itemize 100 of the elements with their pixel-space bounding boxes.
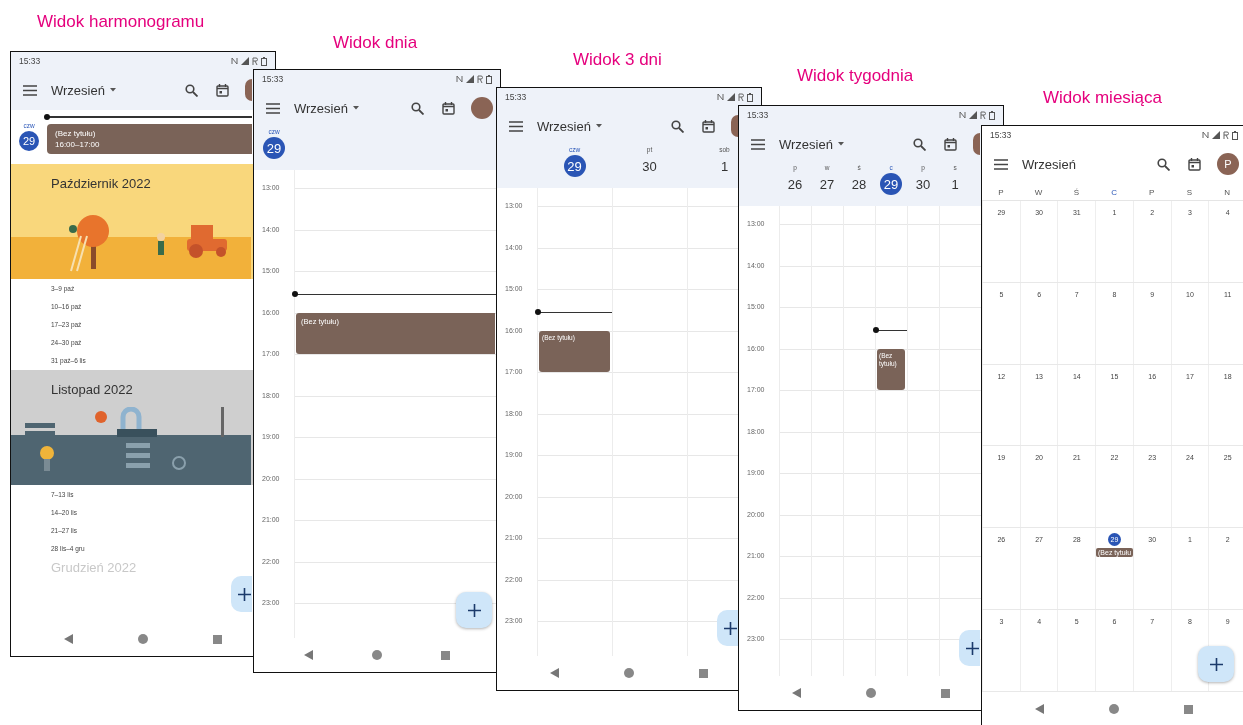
weekday-label: W xyxy=(1033,187,1044,197)
day-number[interactable]: 29 xyxy=(19,131,39,151)
home-icon[interactable] xyxy=(372,650,382,660)
back-icon[interactable] xyxy=(63,634,73,644)
battery-icon xyxy=(747,92,753,102)
view-caption: Widok harmonogramu xyxy=(37,12,205,32)
menu-icon[interactable] xyxy=(509,120,523,132)
battery-icon xyxy=(261,56,267,66)
home-icon[interactable] xyxy=(866,688,876,698)
day-number[interactable]: 1 xyxy=(713,155,736,177)
search-icon[interactable] xyxy=(1157,157,1170,171)
signal-icon xyxy=(241,57,249,65)
nfc-icon xyxy=(1202,131,1209,139)
month-dropdown[interactable]: Wrzesień xyxy=(51,82,116,98)
view-caption: Widok tygodnia xyxy=(797,66,914,86)
recents-icon[interactable] xyxy=(1184,704,1194,714)
status-time: 15:33 xyxy=(19,56,41,66)
status-time: 15:33 xyxy=(505,92,527,102)
search-icon[interactable] xyxy=(411,101,424,115)
day-number[interactable]: 28 xyxy=(848,173,870,195)
avatar[interactable] xyxy=(471,97,493,119)
event-card[interactable]: (Bez tytułu) 16:00–17:00 xyxy=(47,123,252,154)
current-time-indicator xyxy=(876,329,907,332)
battery-icon xyxy=(486,74,492,84)
weekday-label: N xyxy=(1223,187,1232,197)
day-number[interactable]: 29 xyxy=(880,173,902,195)
recents-icon[interactable] xyxy=(699,668,709,678)
day-number[interactable]: 27 xyxy=(816,173,838,195)
recents-icon[interactable] xyxy=(941,688,951,698)
status-time: 15:33 xyxy=(990,130,1012,140)
caret-icon xyxy=(595,124,602,128)
calendar-icon[interactable] xyxy=(702,119,715,133)
weekday-label: Ś xyxy=(1072,187,1080,197)
plus-icon xyxy=(467,603,481,617)
day-number[interactable]: 29 xyxy=(563,155,586,177)
search-icon[interactable] xyxy=(913,137,926,151)
day-number[interactable]: 30 xyxy=(912,173,934,195)
caret-icon xyxy=(837,142,844,146)
back-icon[interactable] xyxy=(791,688,801,698)
create-button[interactable] xyxy=(231,576,252,612)
signal-icon xyxy=(1212,131,1220,139)
menu-icon[interactable] xyxy=(266,102,280,114)
menu-icon[interactable] xyxy=(994,158,1008,170)
view-caption: Widok dnia xyxy=(333,33,418,53)
weekday-label: C xyxy=(1110,187,1118,197)
avatar[interactable]: P xyxy=(1217,153,1239,175)
nfc-icon xyxy=(231,57,238,65)
month-dropdown[interactable]: Wrzesień xyxy=(779,136,844,152)
home-icon[interactable] xyxy=(138,634,148,644)
recents-icon[interactable] xyxy=(441,650,451,660)
weekday-label: P xyxy=(1148,187,1156,197)
search-icon[interactable] xyxy=(185,83,198,97)
status-time: 15:33 xyxy=(262,74,284,84)
nfc-icon xyxy=(456,75,463,83)
calendar-icon[interactable] xyxy=(944,137,957,151)
home-icon[interactable] xyxy=(624,668,634,678)
roaming-icon xyxy=(252,57,258,65)
calendar-icon[interactable] xyxy=(1188,157,1201,171)
menu-icon[interactable] xyxy=(751,138,765,150)
recents-icon[interactable] xyxy=(213,634,223,644)
day-number[interactable]: 26 xyxy=(784,173,806,195)
day-number[interactable]: 30 xyxy=(638,155,661,177)
plus-icon xyxy=(724,621,737,635)
nfc-icon xyxy=(959,111,966,119)
weekday-label: P xyxy=(997,187,1005,197)
calendar-icon[interactable] xyxy=(442,101,455,115)
roaming-icon xyxy=(980,111,986,119)
back-icon[interactable] xyxy=(549,668,559,678)
view-caption: Widok 3 dni xyxy=(573,50,662,70)
avatar[interactable] xyxy=(973,133,980,155)
roaming-icon xyxy=(477,75,483,83)
plus-icon xyxy=(1209,657,1223,671)
caret-icon xyxy=(109,88,116,92)
view-caption: Widok miesiąca xyxy=(1043,88,1163,108)
battery-icon xyxy=(1232,130,1238,140)
nfc-icon xyxy=(717,93,724,101)
search-icon[interactable] xyxy=(671,119,684,133)
month-dropdown[interactable]: Wrzesień xyxy=(1022,156,1076,172)
back-icon[interactable] xyxy=(303,650,313,660)
month-dropdown[interactable]: Wrzesień xyxy=(294,100,359,116)
month-banner-title: Listopad 2022 xyxy=(51,381,133,397)
home-icon[interactable] xyxy=(1109,704,1119,714)
event-time: 16:00–17:00 xyxy=(55,139,101,149)
avatar[interactable] xyxy=(245,79,252,101)
day-number[interactable]: 1 xyxy=(944,173,966,195)
day-number[interactable]: 29 xyxy=(263,137,285,159)
create-button[interactable] xyxy=(959,630,980,666)
event-title: (Bez tytułu) xyxy=(55,128,97,138)
month-banner-title: Październik 2022 xyxy=(51,175,151,191)
signal-icon xyxy=(466,75,474,83)
avatar[interactable] xyxy=(731,115,738,137)
menu-icon[interactable] xyxy=(23,84,37,96)
roaming-icon xyxy=(1223,131,1229,139)
weekday-label: S xyxy=(1185,187,1194,197)
create-button[interactable] xyxy=(717,610,738,646)
month-dropdown[interactable]: Wrzesień xyxy=(537,118,602,134)
plus-icon xyxy=(238,587,251,601)
calendar-icon[interactable] xyxy=(216,83,229,97)
signal-icon xyxy=(969,111,977,119)
back-icon[interactable] xyxy=(1034,704,1044,714)
